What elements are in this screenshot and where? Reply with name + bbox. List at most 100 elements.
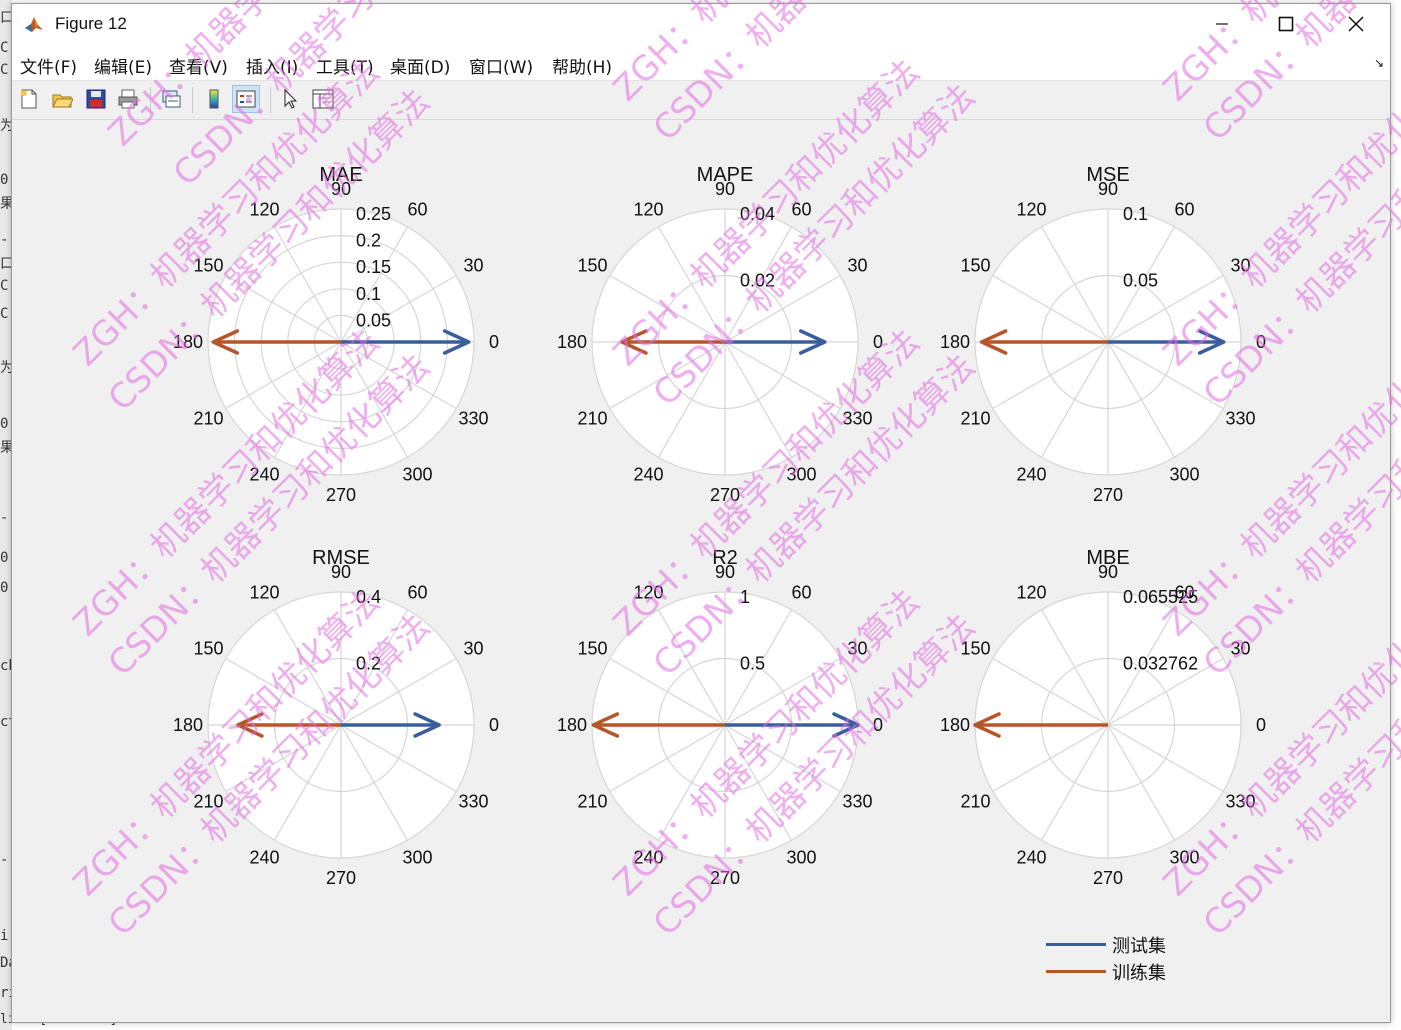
chart-title: MAPE <box>697 164 754 186</box>
figure-canvas: 0.050.10.150.20.250306090120150180210240… <box>173 164 1266 888</box>
r-tick-label: 1 <box>740 587 750 607</box>
theta-tick-label: 30 <box>463 256 483 276</box>
theta-tick-label: 210 <box>577 792 607 812</box>
theta-tick-label: 270 <box>710 485 740 505</box>
theta-tick-label: 150 <box>193 256 223 276</box>
theta-tick-label: 300 <box>786 848 816 868</box>
theta-tick-label: 60 <box>1174 199 1194 219</box>
theta-tick-label: 300 <box>402 465 432 485</box>
theta-tick-label: 330 <box>458 409 488 429</box>
chart-title: MBE <box>1086 547 1129 569</box>
theta-tick-label: 180 <box>173 332 203 352</box>
legend-line-train <box>1046 970 1106 973</box>
theta-tick-label: 60 <box>407 199 427 219</box>
r-tick-label: 0.5 <box>740 654 765 674</box>
theta-tick-label: 60 <box>1174 582 1194 602</box>
theta-tick-label: 120 <box>1016 199 1046 219</box>
theta-tick-label: 180 <box>940 715 970 735</box>
polar-axes-mbe: 0.0327620.065525030609012015018021024027… <box>940 547 1266 888</box>
theta-tick-label: 240 <box>249 848 279 868</box>
theta-tick-label: 300 <box>402 848 432 868</box>
theta-tick-label: 270 <box>1093 485 1123 505</box>
r-tick-label: 0.04 <box>740 204 775 224</box>
legend-line-test <box>1046 943 1106 946</box>
theta-tick-label: 0 <box>489 715 499 735</box>
theta-tick-label: 150 <box>960 256 990 276</box>
theta-tick-label: 150 <box>577 256 607 276</box>
legend-entry-test: 测试集 <box>1042 932 1182 957</box>
theta-tick-label: 120 <box>633 199 663 219</box>
theta-tick-label: 270 <box>326 868 356 888</box>
theta-tick-label: 270 <box>710 868 740 888</box>
r-tick-label: 0.25 <box>356 204 391 224</box>
theta-tick-label: 210 <box>577 409 607 429</box>
theta-tick-label: 180 <box>173 715 203 735</box>
polar-axes-mae: 0.050.10.150.20.250306090120150180210240… <box>173 164 499 505</box>
theta-tick-label: 300 <box>1169 848 1199 868</box>
theta-tick-label: 330 <box>458 792 488 812</box>
r-tick-label: 0.15 <box>356 257 391 277</box>
theta-tick-label: 60 <box>407 582 427 602</box>
theta-tick-label: 210 <box>960 792 990 812</box>
theta-tick-label: 0 <box>873 332 883 352</box>
polar-axes-r2: 0.510306090120150180210240270300330R2 <box>557 547 883 888</box>
theta-tick-label: 270 <box>326 485 356 505</box>
r-tick-label: 0.032762 <box>1123 654 1198 674</box>
theta-tick-label: 120 <box>249 582 279 602</box>
theta-tick-label: 210 <box>960 409 990 429</box>
theta-tick-label: 240 <box>249 465 279 485</box>
polar-axes-rmse: 0.20.40306090120150180210240270300330RMS… <box>173 547 499 888</box>
chart-title: MSE <box>1086 164 1129 186</box>
theta-tick-label: 240 <box>633 848 663 868</box>
theta-tick-label: 240 <box>1016 465 1046 485</box>
theta-tick-label: 120 <box>249 199 279 219</box>
theta-tick-label: 30 <box>847 639 867 659</box>
theta-tick-label: 240 <box>1016 848 1046 868</box>
theta-tick-label: 330 <box>842 792 872 812</box>
chart-title: RMSE <box>312 547 370 569</box>
r-tick-label: 0.2 <box>356 654 381 674</box>
legend-label-test: 测试集 <box>1112 936 1166 957</box>
theta-tick-label: 300 <box>786 465 816 485</box>
theta-tick-label: 120 <box>633 582 663 602</box>
theta-tick-label: 0 <box>1256 715 1266 735</box>
chart-title: R2 <box>712 547 738 569</box>
theta-tick-label: 0 <box>873 715 883 735</box>
theta-tick-label: 0 <box>489 332 499 352</box>
r-tick-label: 0.4 <box>356 587 381 607</box>
r-tick-label: 0.1 <box>356 284 381 304</box>
theta-tick-label: 270 <box>1093 868 1123 888</box>
theta-tick-label: 120 <box>1016 582 1046 602</box>
theta-tick-label: 150 <box>193 639 223 659</box>
r-tick-label: 0.05 <box>356 310 391 330</box>
r-tick-label: 0.1 <box>1123 204 1148 224</box>
r-tick-label: 0.05 <box>1123 271 1158 291</box>
theta-tick-label: 60 <box>791 199 811 219</box>
r-tick-label: 0.2 <box>356 231 381 251</box>
theta-tick-label: 240 <box>633 465 663 485</box>
polar-axes-mse: 0.050.10306090120150180210240270300330MS… <box>940 164 1266 505</box>
legend-label-train: 训练集 <box>1112 963 1166 984</box>
theta-tick-label: 180 <box>940 332 970 352</box>
theta-tick-label: 30 <box>1230 639 1250 659</box>
theta-tick-label: 210 <box>193 409 223 429</box>
theta-tick-label: 330 <box>1225 409 1255 429</box>
legend-entry-train: 训练集 <box>1042 959 1182 984</box>
chart-title: MAE <box>319 164 362 186</box>
theta-tick-label: 330 <box>1225 792 1255 812</box>
theta-tick-label: 30 <box>463 639 483 659</box>
theta-tick-label: 330 <box>842 409 872 429</box>
theta-tick-label: 150 <box>960 639 990 659</box>
theta-tick-label: 180 <box>557 332 587 352</box>
theta-tick-label: 60 <box>791 582 811 602</box>
theta-tick-label: 210 <box>193 792 223 812</box>
theta-tick-label: 300 <box>1169 465 1199 485</box>
polar-axes-mape: 0.020.040306090120150180210240270300330M… <box>557 164 883 505</box>
theta-tick-label: 30 <box>1230 256 1250 276</box>
legend[interactable]: 测试集 训练集 <box>1042 930 1182 990</box>
theta-tick-label: 180 <box>557 715 587 735</box>
r-tick-label: 0.02 <box>740 271 775 291</box>
theta-tick-label: 150 <box>577 639 607 659</box>
theta-tick-label: 30 <box>847 256 867 276</box>
theta-tick-label: 0 <box>1256 332 1266 352</box>
